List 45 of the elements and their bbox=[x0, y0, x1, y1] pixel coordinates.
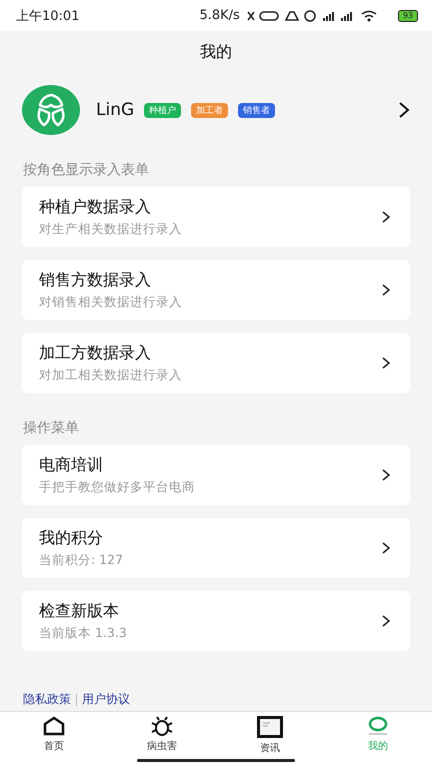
nav-tab[interactable]: 首页 bbox=[0, 712, 108, 768]
menu-card[interactable]: 电商培训 手把手教您做好多平台电商 bbox=[22, 445, 410, 505]
menu-card[interactable]: 种植户数据录入 对生产相关数据进行录入 bbox=[22, 187, 410, 247]
menu-subtitle: 当前积分: 127 bbox=[39, 552, 124, 568]
nav-tab[interactable]: 病虫害 bbox=[108, 712, 216, 768]
menu-subtitle: 手把手教您做好多平台电商 bbox=[39, 478, 196, 496]
chevron-right-icon bbox=[382, 357, 390, 369]
policy-link[interactable]: 隐私政策 bbox=[23, 691, 71, 708]
avatar-logo-icon bbox=[22, 85, 80, 135]
menu-card[interactable]: 加工方数据录入 对加工相关数据进行录入 bbox=[22, 333, 410, 393]
menu-card[interactable]: 我的积分 当前积分: 127 bbox=[22, 518, 410, 578]
menu-card[interactable]: 检查新版本 当前版本 1.3.3 bbox=[22, 591, 410, 651]
network-speed: 5.8K/s bbox=[199, 8, 240, 23]
role-tag: 销售者 bbox=[238, 102, 276, 118]
user-name: LinG bbox=[96, 100, 134, 120]
menu-card[interactable]: 销售方数据录入 对销售相关数据进行录入 bbox=[22, 260, 410, 320]
menu-subtitle: 当前版本 1.3.3 bbox=[39, 624, 128, 642]
battery-level: 93 bbox=[398, 10, 418, 22]
menu-title: 种植户数据录入 bbox=[39, 196, 152, 218]
chevron-right-icon bbox=[382, 284, 390, 296]
chevron-right-icon bbox=[382, 615, 390, 627]
chevron-right-icon bbox=[382, 469, 390, 481]
menu-title: 我的积分 bbox=[39, 528, 104, 548]
profile-icon bbox=[367, 716, 389, 736]
page-title: 我的 bbox=[199, 41, 233, 63]
menu-title: 电商培训 bbox=[39, 454, 104, 476]
menu-subtitle: 对生产相关数据进行录入 bbox=[39, 220, 183, 238]
policy-link[interactable]: 用户协议 bbox=[82, 691, 130, 708]
menu-title: 销售方数据录入 bbox=[39, 270, 152, 290]
chevron-right-icon bbox=[382, 542, 390, 554]
home-icon bbox=[43, 716, 65, 736]
menu-title: 加工方数据录入 bbox=[39, 342, 152, 364]
menu-title: 检查新版本 bbox=[39, 600, 120, 622]
role-tag: 种植户 bbox=[144, 102, 182, 118]
menu-subtitle: 对加工相关数据进行录入 bbox=[39, 366, 183, 384]
section-label: 按角色显示录入表单 bbox=[22, 161, 150, 180]
chevron-right-icon bbox=[382, 211, 390, 223]
chevron-right-icon[interactable] bbox=[398, 101, 410, 119]
menu-subtitle: 对销售相关数据进行录入 bbox=[39, 294, 183, 310]
role-tag: 加工者 bbox=[191, 102, 228, 118]
status-time: 上午10:01 bbox=[16, 8, 80, 24]
section-label: 操作菜单 bbox=[22, 419, 80, 438]
nav-tab[interactable]: 资讯 bbox=[216, 712, 324, 768]
news-icon bbox=[257, 716, 283, 738]
bug-icon bbox=[151, 716, 173, 736]
